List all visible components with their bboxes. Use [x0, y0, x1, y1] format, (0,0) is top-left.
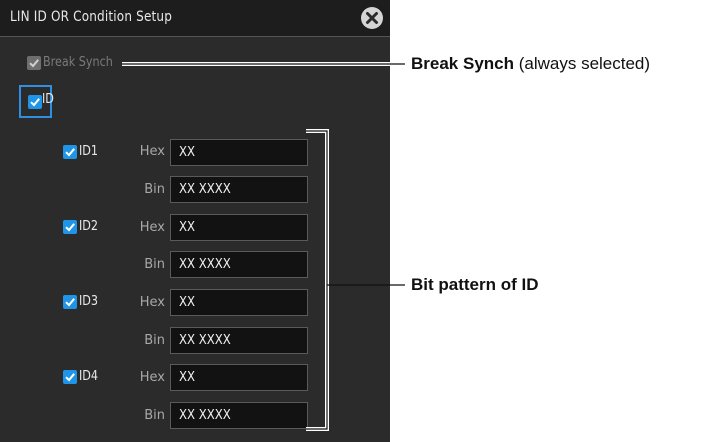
id-bracket: [306, 130, 328, 430]
id-bracket-halo: [306, 129, 329, 431]
bit-pattern-callout: Bit pattern of ID: [411, 275, 539, 294]
break-synch-callout: Break Synch (always selected): [411, 54, 651, 73]
